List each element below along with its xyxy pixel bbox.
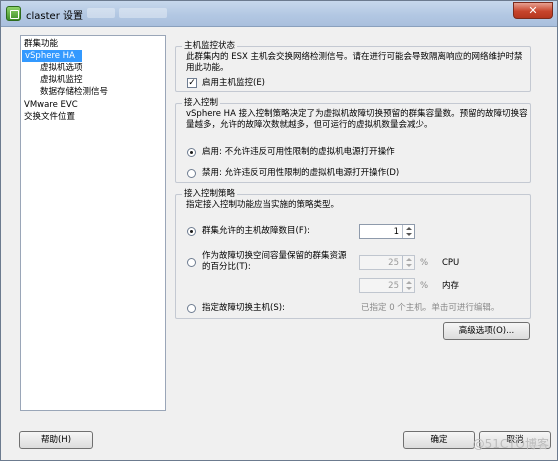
help-button[interactable]: 帮助(H) xyxy=(19,431,93,449)
spinner-arrows-icon[interactable] xyxy=(402,279,414,292)
enable-host-monitoring-label: 启用主机监控(E) xyxy=(202,78,266,88)
nav-item-datastore-heartbeat[interactable]: 数据存储检测信号 xyxy=(40,86,108,98)
cpu-percent-unit: % xyxy=(420,258,429,268)
admission-control-title: 接入控制 xyxy=(182,98,221,108)
host-failures-spinner[interactable]: 1 xyxy=(359,224,415,239)
host-failures-value: 1 xyxy=(393,227,399,237)
close-button[interactable]: ✕ xyxy=(513,2,553,19)
nav-item-swapfile-location[interactable]: 交换文件位置 xyxy=(24,111,75,123)
admission-policy-description: 指定接入控制功能应当实施的策略类型。 xyxy=(186,200,340,210)
admission-control-description: vSphere HA 接入控制策略决定了为虚拟机故障切换预留的群集容量数。预留的… xyxy=(186,109,528,130)
admission-policy-title: 接入控制策略 xyxy=(182,189,238,199)
nav-item-vsphere-ha[interactable]: vSphere HA xyxy=(22,50,82,62)
memory-percentage-spinner[interactable]: 25 xyxy=(359,278,415,293)
host-failures-label: 群集允许的主机故障数目(F): xyxy=(202,226,310,236)
host-monitoring-title: 主机监控状态 xyxy=(182,41,238,51)
nav-item-vm-monitoring[interactable]: 虚拟机监控 xyxy=(40,74,83,86)
memory-percentage-value: 25 xyxy=(388,281,399,291)
failover-hosts-status[interactable]: 已指定 0 个主机。单击可进行编辑。 xyxy=(361,303,499,314)
vsphere-app-icon xyxy=(6,6,21,21)
spinner-arrows-icon[interactable] xyxy=(402,225,414,238)
watermark: @51CTO博客 xyxy=(472,437,549,451)
admission-control-disable-label: 禁用: 允许违反可用性限制的虚拟机电源打开操作(D) xyxy=(202,168,400,178)
nav-item-vm-options[interactable]: 虚拟机选项 xyxy=(40,62,83,74)
host-monitoring-description: 此群集内的 ESX 主机会交换网络检测信号。请在进行可能会导致隔离响应的网络维护… xyxy=(186,52,523,73)
failover-hosts-radio[interactable] xyxy=(187,304,196,313)
title-bar: claster 设置 ✕ xyxy=(1,1,557,27)
spinner-arrows-icon[interactable] xyxy=(402,256,414,269)
title-bar-blur xyxy=(119,8,167,18)
advanced-options-button[interactable]: 高级选项(O)... xyxy=(443,322,530,340)
nav-item-vmware-evc[interactable]: VMware EVC xyxy=(24,99,78,111)
window-title: claster 设置 xyxy=(26,11,83,22)
nav-item-cluster-features[interactable]: 群集功能 xyxy=(24,38,58,50)
cpu-label: CPU xyxy=(442,258,460,268)
failover-hosts-label: 指定故障切换主机(S): xyxy=(202,303,285,313)
enable-host-monitoring-checkbox[interactable]: ✓ xyxy=(187,78,197,88)
admission-control-enable-radio[interactable] xyxy=(187,148,196,157)
settings-dialog: claster 设置 ✕ 群集功能 vSphere HA 虚拟机选项 虚拟机监控… xyxy=(0,0,558,461)
title-bar-blur xyxy=(87,8,115,18)
percentage-label: 作为故障切换空间容量保留的群集资源的百分比(T): xyxy=(202,251,347,272)
settings-nav-tree: 群集功能 vSphere HA 虚拟机选项 虚拟机监控 数据存储检测信号 VMw… xyxy=(20,35,166,411)
cpu-percentage-spinner[interactable]: 25 xyxy=(359,255,415,270)
ok-button[interactable]: 确定 xyxy=(403,431,475,449)
cpu-percentage-value: 25 xyxy=(388,258,399,268)
admission-control-enable-label: 启用: 不允许违反可用性限制的虚拟机电源打开操作 xyxy=(202,147,395,157)
admission-control-disable-radio[interactable] xyxy=(187,169,196,178)
percentage-radio[interactable] xyxy=(187,258,196,267)
memory-percent-unit: % xyxy=(420,281,429,291)
memory-label: 内存 xyxy=(442,281,460,291)
host-failures-radio[interactable] xyxy=(187,227,196,236)
